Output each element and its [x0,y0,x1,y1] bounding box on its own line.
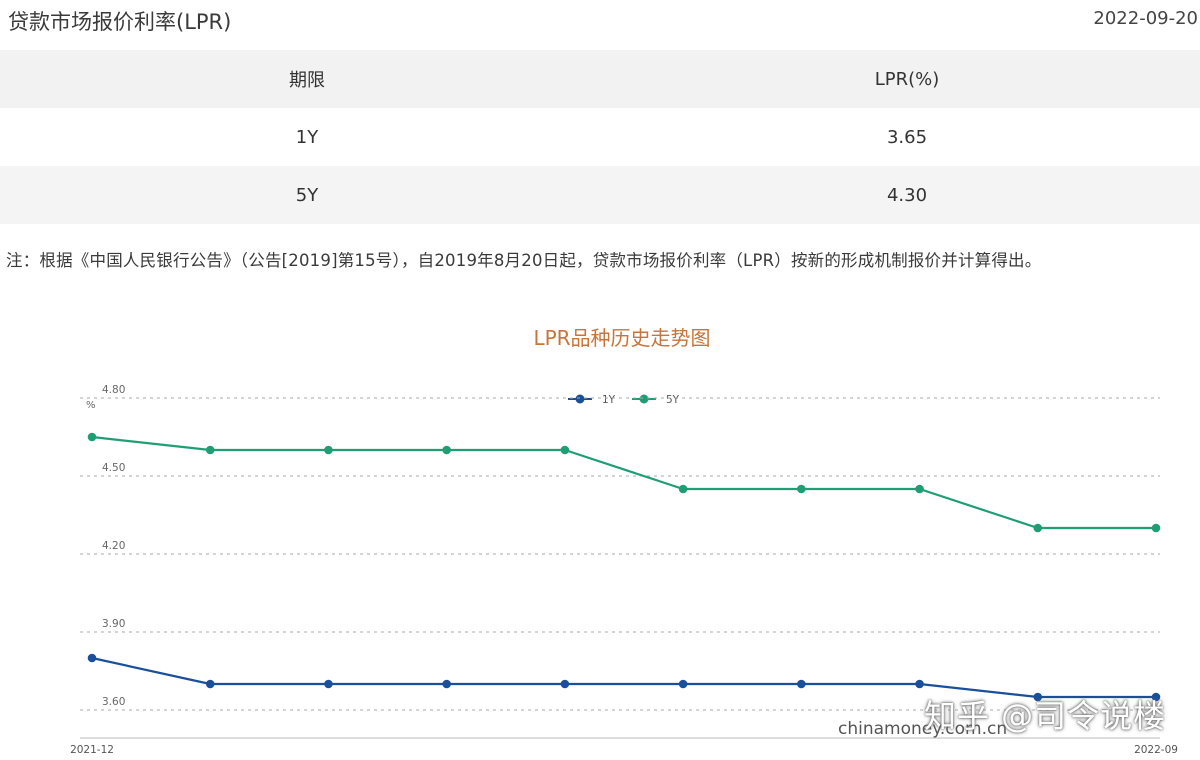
footnote: 注：根据《中国人民银行公告》（公告[2019]第15号），自2019年8月20日… [6,251,1042,270]
lpr-history-chart: LPR品种历史走势图 1Y 5Y% 3.60 3.90 4.20 4.50 4.80 2021-… [0,300,1200,760]
y-tick-label: 4.80 [102,384,125,396]
term-cell: 1Y [295,126,319,148]
data-point-1y [442,679,451,689]
table-row: 5Y 4.30 [0,166,1200,224]
data-point-1y [678,679,688,689]
legend-label-5y: 5Y [666,394,680,406]
rate-cell: 3.65 [886,126,928,148]
term-cell: 5Y [0,166,614,224]
table-row: 1Y 3.65 [0,108,1200,166]
watermark: 知乎 @司令说楼 [924,697,1167,735]
data-point-5y [1151,523,1161,533]
y-axis-unit: % [86,400,96,411]
data-point-5y [797,484,806,494]
data-point-5y [678,484,688,494]
y-tick-label: 3.90 [102,618,125,630]
data-point-1y [915,679,924,689]
data-point-1y [87,653,97,663]
legend-label-1y: 1Y [602,394,616,406]
column-header-rate: LPR(%) [614,50,1200,108]
data-point-1y [205,679,215,689]
legend-marker-1y [575,394,585,404]
y-tick-label: 4.50 [102,462,125,474]
report-date: 2022-09-20 [1093,8,1198,29]
y-tick-label: 4.20 [102,540,125,552]
data-point-1y [797,679,806,689]
page-header: 贷款市场报价利率(LPR) 2022-09-20 [0,0,1200,40]
series-line-5y [91,435,1156,530]
x-tick-label: 2021-12 [70,744,114,756]
data-point-5y [442,445,451,455]
data-point-5y [915,484,924,494]
data-point-5y [87,432,97,442]
x-tick-label: 2022-09 [1134,744,1178,756]
y-tick-label: 3.60 [102,696,125,708]
page-title: 贷款市场报价利率(LPR) [8,10,232,34]
lpr-rate-table: 期限 LPR(%) 1Y 3.65 5Y 4.30 [0,50,1200,224]
data-point-5y [1033,523,1043,533]
column-header-term: 期限 [0,50,614,108]
data-point-5y [205,445,215,455]
rate-cell: 4.30 [614,166,1200,224]
legend-marker-5y [639,394,649,404]
data-point-1y [560,679,570,689]
table-header-row: 期限 LPR(%) [0,50,1200,108]
data-point-5y [324,445,333,455]
data-point-1y [324,679,333,689]
chart-title: LPR品种历史走势图 [533,326,710,350]
data-point-5y [560,445,570,455]
